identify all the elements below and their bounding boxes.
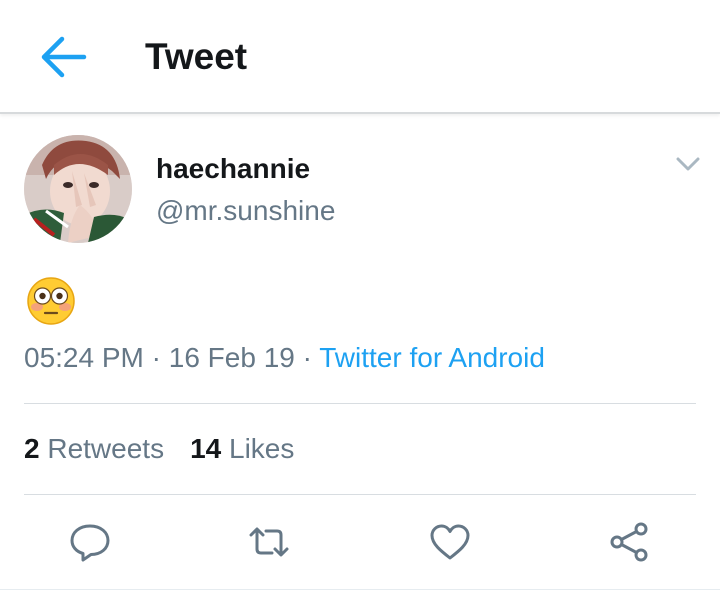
avatar-photo — [24, 135, 132, 243]
retweets-stat[interactable]: 2 Retweets — [24, 433, 164, 464]
likes-count: 14 — [190, 433, 222, 464]
tweet-source-link[interactable]: Twitter for Android — [319, 342, 545, 373]
back-button[interactable] — [38, 34, 88, 80]
share-icon — [610, 522, 648, 562]
reply-icon — [70, 524, 110, 562]
meta-separator: · — [294, 342, 320, 373]
divider — [24, 494, 696, 495]
likes-stat[interactable]: 14 Likes — [190, 433, 294, 464]
arrow-left-icon — [41, 36, 87, 78]
avatar[interactable] — [24, 135, 132, 243]
user-handle[interactable]: @mr.sunshine — [156, 195, 335, 227]
retweet-icon — [249, 527, 289, 557]
tweet-date: 16 Feb 19 — [168, 342, 295, 373]
tweet-content-emoji — [26, 276, 76, 326]
divider — [24, 403, 696, 404]
like-heart-icon — [430, 524, 470, 560]
meta-separator: · — [143, 342, 169, 373]
page-title: Tweet — [145, 36, 248, 77]
display-name[interactable]: haechannie — [156, 153, 310, 185]
retweet-button[interactable] — [247, 520, 291, 564]
tweet-menu-button[interactable] — [676, 156, 700, 172]
tweet-time: 05:24 PM — [24, 342, 144, 373]
chevron-down-icon — [676, 157, 700, 171]
flushed-face-emoji — [27, 277, 75, 325]
retweets-count: 2 — [24, 433, 40, 464]
engagement-stats: 2 Retweets 14 Likes — [24, 433, 294, 465]
top-app-bar: Tweet — [0, 0, 720, 114]
likes-label: Likes — [229, 433, 295, 464]
reply-button[interactable] — [68, 520, 112, 564]
like-button[interactable] — [428, 520, 472, 564]
retweets-label: Retweets — [47, 433, 165, 464]
tweet-metadata: 05:24 PM · 16 Feb 19 · Twitter for Andro… — [24, 342, 545, 374]
share-button[interactable] — [608, 520, 652, 564]
bottom-divider — [0, 589, 720, 590]
